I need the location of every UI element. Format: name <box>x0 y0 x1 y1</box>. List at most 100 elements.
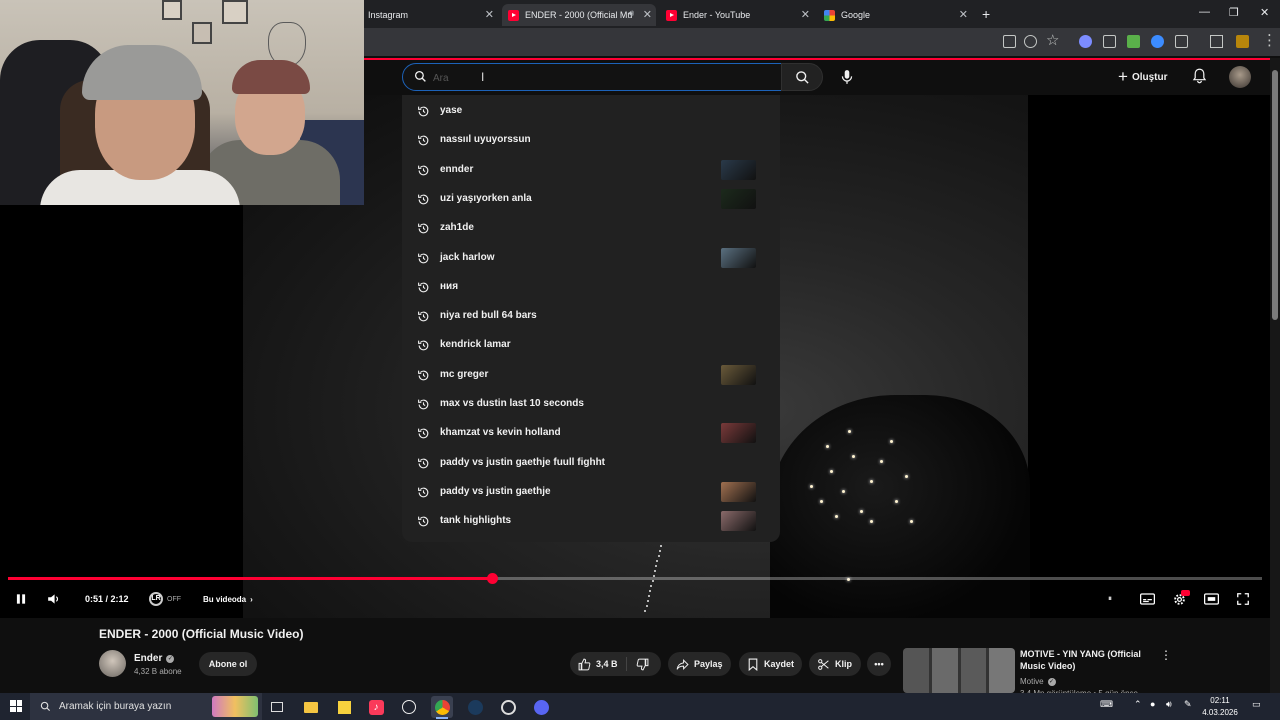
pause-icon <box>16 594 26 604</box>
volume-tray-icon[interactable]: 🔊︎ <box>1166 699 1172 710</box>
restore-icon[interactable]: ❐ <box>1229 6 1239 19</box>
windows-start-icon[interactable] <box>10 700 22 712</box>
close-icon[interactable]: ✕ <box>485 8 494 21</box>
taskbar-search[interactable]: Aramak için buraya yazın <box>30 693 262 720</box>
like-dislike-group: 3,4 B <box>570 652 661 676</box>
pause-button[interactable] <box>14 590 28 608</box>
camera-app-icon[interactable] <box>497 696 519 718</box>
close-icon[interactable]: ✕ <box>959 8 968 21</box>
search-suggestion[interactable]: kendrick lamar <box>402 331 780 360</box>
extension-icon[interactable] <box>1103 35 1116 48</box>
search-suggestion[interactable]: khamzat vs kevin holland <box>402 419 780 448</box>
scissors-icon <box>817 658 830 671</box>
install-app-icon[interactable] <box>1003 35 1016 48</box>
subtitles-button[interactable] <box>1140 590 1155 608</box>
share-button[interactable]: Paylaş <box>668 652 731 676</box>
youtube-icon <box>666 9 677 21</box>
extension-discord-icon[interactable] <box>1079 35 1092 48</box>
search-suggestion[interactable]: niya red bull 64 bars <box>402 302 780 331</box>
search-suggestion[interactable]: paddy vs justin gaethje fuull fighht <box>402 449 780 478</box>
close-icon[interactable]: ✕ <box>643 8 652 21</box>
search-suggestion[interactable]: zah1de <box>402 214 780 243</box>
like-button[interactable] <box>578 658 591 671</box>
extension-blue-icon[interactable] <box>1151 35 1164 48</box>
account-avatar[interactable] <box>1229 66 1251 88</box>
search-suggestion[interactable]: mc greger <box>402 361 780 390</box>
clip-button[interactable]: Klip <box>809 652 861 676</box>
steam-icon[interactable] <box>464 696 486 718</box>
progress-bar[interactable] <box>8 573 1262 584</box>
reading-list-icon[interactable] <box>1210 35 1223 48</box>
channel-name-link[interactable]: Ender ✓ <box>134 653 175 664</box>
more-actions-button[interactable]: ••• <box>867 652 891 676</box>
discord-icon[interactable] <box>530 696 552 718</box>
search-box[interactable]: I <box>402 63 782 91</box>
search-icon <box>795 70 809 84</box>
dislike-button[interactable] <box>636 658 649 673</box>
miniplayer-pause-icon[interactable]: ⏸︎ <box>1108 590 1112 608</box>
menu-icon[interactable]: ⋮ <box>1262 31 1277 49</box>
search-suggestion[interactable]: jack harlow <box>402 244 780 273</box>
task-view-icon[interactable] <box>266 696 288 718</box>
search-suggestion[interactable]: ния <box>402 273 780 302</box>
search-suggestion[interactable]: nassııl uyuyorssun <box>402 126 780 155</box>
search-button[interactable] <box>781 63 823 91</box>
settings-button[interactable] <box>1172 590 1190 608</box>
notification-center-icon[interactable]: ▭ <box>1252 699 1261 710</box>
speaker-icon[interactable]: 🔊︎ <box>628 8 634 19</box>
suggestion-text: yase <box>440 105 463 116</box>
notifications-bell-icon[interactable] <box>1192 68 1207 84</box>
chevron-up-icon[interactable]: ⌃ <box>1134 699 1142 710</box>
chapters-button[interactable]: Bu videoda › <box>203 590 253 608</box>
eye-off-icon[interactable] <box>1024 35 1037 48</box>
recommended-channel[interactable]: Motive ✓ <box>1020 677 1056 686</box>
sparkle <box>905 475 908 478</box>
search-suggestion[interactable]: paddy vs justin gaethje <box>402 478 780 507</box>
save-button[interactable]: Kaydet <box>739 652 802 676</box>
search-suggestion[interactable]: tank highlights <box>402 507 780 536</box>
recommended-video-title[interactable]: MOTIVE - YIN YANG (Official Music Video) <box>1020 648 1160 672</box>
minimize-icon[interactable]: — <box>1199 6 1210 18</box>
profile-icon[interactable] <box>1236 35 1249 48</box>
chrome-icon[interactable] <box>431 696 453 719</box>
close-window-icon[interactable]: ✕ <box>1260 6 1269 19</box>
theater-mode-button[interactable] <box>1204 590 1219 608</box>
sparkle <box>826 445 829 448</box>
kebab-menu-icon[interactable]: ⋮ <box>1160 648 1172 662</box>
volume-button[interactable] <box>46 590 62 608</box>
sticky-notes-icon[interactable] <box>333 696 355 718</box>
file-explorer-icon[interactable] <box>300 696 322 718</box>
scrollbar-thumb[interactable] <box>1272 70 1278 320</box>
chevron-right-icon: › <box>250 594 253 604</box>
chatgpt-icon[interactable] <box>398 696 420 718</box>
tab-google[interactable]: Google ✕ <box>818 4 972 26</box>
tab-ender-youtube[interactable]: Ender - YouTube ✕ <box>660 4 814 26</box>
taskbar-clock[interactable]: 02:11 4.03.2026 <box>1200 695 1240 719</box>
create-button[interactable]: + Oluştur <box>1118 66 1168 88</box>
close-icon[interactable]: ✕ <box>801 8 810 21</box>
fullscreen-button[interactable] <box>1236 590 1250 608</box>
microphone-tray-icon[interactable]: ● <box>1150 699 1155 709</box>
autoplay-toggle[interactable]: LR OFF <box>149 590 181 608</box>
tab-instagram[interactable]: Instagram ✕ <box>362 4 498 26</box>
search-suggestion[interactable]: yase <box>402 97 780 126</box>
puzzle-icon[interactable] <box>1175 35 1188 48</box>
music-app-icon[interactable]: ♪ <box>365 696 387 718</box>
voice-search-button[interactable] <box>833 63 861 91</box>
progress-scrubber[interactable] <box>487 573 499 584</box>
subscribe-button[interactable]: Abone ol <box>199 652 257 676</box>
search-suggestion[interactable]: max vs dustin last 10 seconds <box>402 390 780 419</box>
pen-icon[interactable]: ✎ <box>1184 699 1192 710</box>
keyboard-icon[interactable]: ⌨︎ <box>1100 699 1113 710</box>
new-tab-button[interactable]: + <box>982 6 990 22</box>
channel-avatar[interactable] <box>99 650 126 677</box>
page-scrollbar[interactable] <box>1270 58 1280 693</box>
search-suggestion[interactable]: ennder <box>402 156 780 185</box>
recommended-video-thumbnail[interactable] <box>903 648 1015 693</box>
search-suggestion[interactable]: uzi yaşıyorken anla <box>402 185 780 214</box>
bookmark-star-icon[interactable]: ☆ <box>1046 31 1059 49</box>
divider <box>626 657 627 671</box>
suggestion-thumbnail <box>721 159 756 180</box>
tab-ender-video[interactable]: ENDER - 2000 (Official Mu 🔊︎ ✕ <box>502 4 656 26</box>
extension-green-icon[interactable] <box>1127 35 1140 48</box>
